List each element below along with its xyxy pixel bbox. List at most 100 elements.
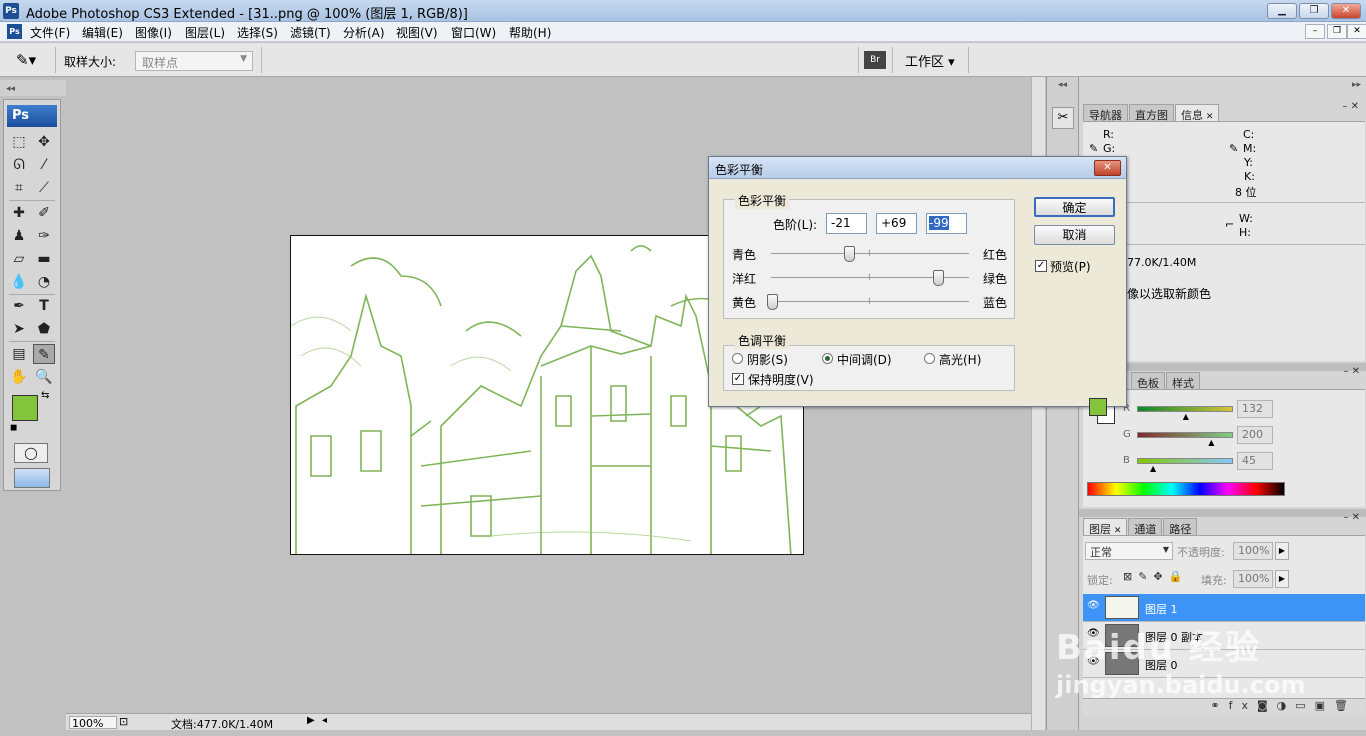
- color-panel-foreground-swatch[interactable]: [1089, 398, 1107, 416]
- color-balance-slider-thumb[interactable]: [933, 270, 945, 286]
- channel-slider-thumb[interactable]: ▲: [1150, 464, 1156, 473]
- eyedropper-tool-icon[interactable]: ✎: [33, 344, 55, 364]
- cancel-button[interactable]: 取消: [1034, 225, 1115, 245]
- workspace-menu[interactable]: 工作区 ▾: [905, 51, 955, 70]
- menu-item-6[interactable]: 分析(A): [343, 24, 385, 41]
- panel-tab[interactable]: 通道: [1128, 518, 1163, 536]
- color-balance-slider-thumb[interactable]: [844, 246, 856, 262]
- fill-arrow-icon[interactable]: ▶: [1275, 570, 1289, 588]
- panel-tab[interactable]: 样式: [1166, 372, 1200, 390]
- lock-icons[interactable]: ⊠✎✥🔒: [1123, 570, 1188, 583]
- layer-row[interactable]: 👁 图层 0 副本: [1083, 622, 1365, 650]
- preview-checkbox[interactable]: ✓: [1035, 260, 1047, 272]
- channel-value-input[interactable]: 132: [1237, 400, 1273, 418]
- blur-tool-icon[interactable]: 💧: [8, 272, 30, 292]
- brush-tool-icon[interactable]: ✐: [33, 203, 55, 223]
- color-spectrum-ramp[interactable]: [1087, 482, 1285, 496]
- menu-item-5[interactable]: 滤镜(T): [290, 24, 331, 41]
- marquee-tool-icon[interactable]: ⬚: [8, 132, 30, 152]
- foreground-color-swatch[interactable]: [12, 395, 38, 421]
- sample-size-select[interactable]: 取样点 ▼: [135, 51, 253, 71]
- panel-tab[interactable]: 色板: [1131, 372, 1165, 390]
- panel-tab[interactable]: 导航器: [1083, 104, 1128, 122]
- menu-item-1[interactable]: 编辑(E): [82, 24, 123, 41]
- type-tool-icon[interactable]: T: [33, 296, 55, 316]
- document-icon[interactable]: Ps: [7, 24, 22, 39]
- swap-colors-icon[interactable]: ⇆: [41, 390, 49, 401]
- channel-value-input[interactable]: 45: [1237, 452, 1273, 470]
- menu-item-2[interactable]: 图像(I): [135, 24, 172, 41]
- color-balance-slider-thumb[interactable]: [766, 294, 778, 310]
- fill-input[interactable]: 100%: [1233, 570, 1273, 588]
- gradient-tool-icon[interactable]: ▬: [33, 249, 55, 269]
- panel-menu-icon[interactable]: – ✕: [1342, 101, 1359, 112]
- panel-menu-icon[interactable]: – ✕: [1343, 512, 1360, 523]
- tone-radio[interactable]: [924, 353, 935, 364]
- screen-mode-icon[interactable]: [14, 468, 50, 488]
- close-button[interactable]: ✕: [1331, 3, 1361, 19]
- status-info-icon[interactable]: ⊡: [119, 715, 128, 728]
- shape-tool-icon[interactable]: ⬟: [33, 319, 55, 339]
- preserve-luminosity-checkbox[interactable]: ✓: [732, 373, 744, 385]
- panel-tab[interactable]: 信息 ✕: [1175, 104, 1220, 122]
- default-colors-icon[interactable]: ◼: [10, 423, 17, 433]
- level-input-magenta-green[interactable]: +69: [876, 213, 917, 234]
- eraser-tool-icon[interactable]: ▱: [8, 249, 30, 269]
- magic-wand-tool-icon[interactable]: ⁄: [33, 155, 55, 175]
- menu-item-3[interactable]: 图层(L): [185, 24, 225, 41]
- blend-mode-select[interactable]: 正常 ▼: [1085, 542, 1173, 560]
- menu-item-8[interactable]: 窗口(W): [451, 24, 496, 41]
- doc-minimize-button[interactable]: –: [1305, 24, 1325, 39]
- eyedropper-icon[interactable]: ✎▾: [16, 51, 36, 69]
- menu-item-9[interactable]: 帮助(H): [509, 24, 551, 41]
- history-brush-icon[interactable]: ✑: [33, 226, 55, 246]
- zoom-level[interactable]: 100%: [69, 716, 117, 730]
- menu-item-4[interactable]: 选择(S): [237, 24, 278, 41]
- layers-footer-icons[interactable]: ⚭fx◙◑▭▣🗑: [1083, 698, 1365, 716]
- clone-stamp-icon[interactable]: ♟: [8, 226, 30, 246]
- status-menu-arrow-icon[interactable]: ▶: [307, 715, 315, 726]
- visibility-eye-icon[interactable]: 👁: [1087, 656, 1100, 667]
- panel-tab[interactable]: 图层 ✕: [1083, 518, 1128, 536]
- layer-row[interactable]: 👁 图层 1: [1083, 594, 1365, 622]
- panel-menu-icon[interactable]: – ✕: [1343, 366, 1360, 377]
- scroll-left-icon[interactable]: ◂: [322, 715, 327, 726]
- opacity-input[interactable]: 100%: [1233, 542, 1273, 560]
- doc-close-button[interactable]: ✕: [1347, 24, 1366, 39]
- channel-value-input[interactable]: 200: [1237, 426, 1273, 444]
- quick-mask-icon[interactable]: ◯: [14, 443, 48, 463]
- bridge-icon[interactable]: Br: [864, 51, 886, 69]
- panel-tab[interactable]: 直方图: [1129, 104, 1174, 122]
- dodge-tool-icon[interactable]: ◔: [33, 272, 55, 292]
- slice-tool-icon[interactable]: ⟋: [33, 178, 55, 198]
- visibility-eye-icon[interactable]: 👁: [1087, 628, 1100, 639]
- tool-presets-icon[interactable]: ✂: [1052, 107, 1074, 129]
- toolbox-header[interactable]: ◂◂: [0, 80, 66, 96]
- healing-brush-icon[interactable]: ✚: [8, 203, 30, 223]
- layer-row[interactable]: 👁 图层 0: [1083, 650, 1365, 678]
- restore-button[interactable]: ❐: [1299, 3, 1329, 19]
- color-balance-slider-track[interactable]: [771, 301, 969, 302]
- hand-tool-icon[interactable]: ✋: [8, 367, 30, 387]
- channel-slider-thumb[interactable]: ▲: [1183, 412, 1189, 421]
- level-input-yellow-blue[interactable]: -99: [926, 213, 967, 234]
- zoom-tool-icon[interactable]: 🔍: [33, 367, 55, 387]
- lasso-tool-icon[interactable]: ᘏ: [8, 155, 30, 175]
- channel-slider-thumb[interactable]: ▲: [1208, 438, 1214, 447]
- pen-tool-icon[interactable]: ✒: [8, 296, 30, 316]
- panel-tab[interactable]: 路径: [1163, 518, 1198, 536]
- visibility-eye-icon[interactable]: 👁: [1087, 600, 1100, 611]
- move-tool-icon[interactable]: ✥: [33, 132, 55, 152]
- path-selection-icon[interactable]: ➤: [8, 319, 30, 339]
- notes-tool-icon[interactable]: ▤: [8, 344, 30, 364]
- tone-radio[interactable]: [732, 353, 743, 364]
- tone-radio[interactable]: [822, 353, 833, 364]
- channel-slider[interactable]: [1137, 432, 1233, 438]
- doc-restore-button[interactable]: ❐: [1327, 24, 1347, 39]
- menu-item-7[interactable]: 视图(V): [396, 24, 438, 41]
- level-input-cyan-red[interactable]: -21: [826, 213, 867, 234]
- opacity-arrow-icon[interactable]: ▶: [1275, 542, 1289, 560]
- crop-tool-icon[interactable]: ⌗: [8, 178, 30, 198]
- color-balance-slider-track[interactable]: [771, 253, 969, 254]
- ok-button[interactable]: 确定: [1034, 197, 1115, 217]
